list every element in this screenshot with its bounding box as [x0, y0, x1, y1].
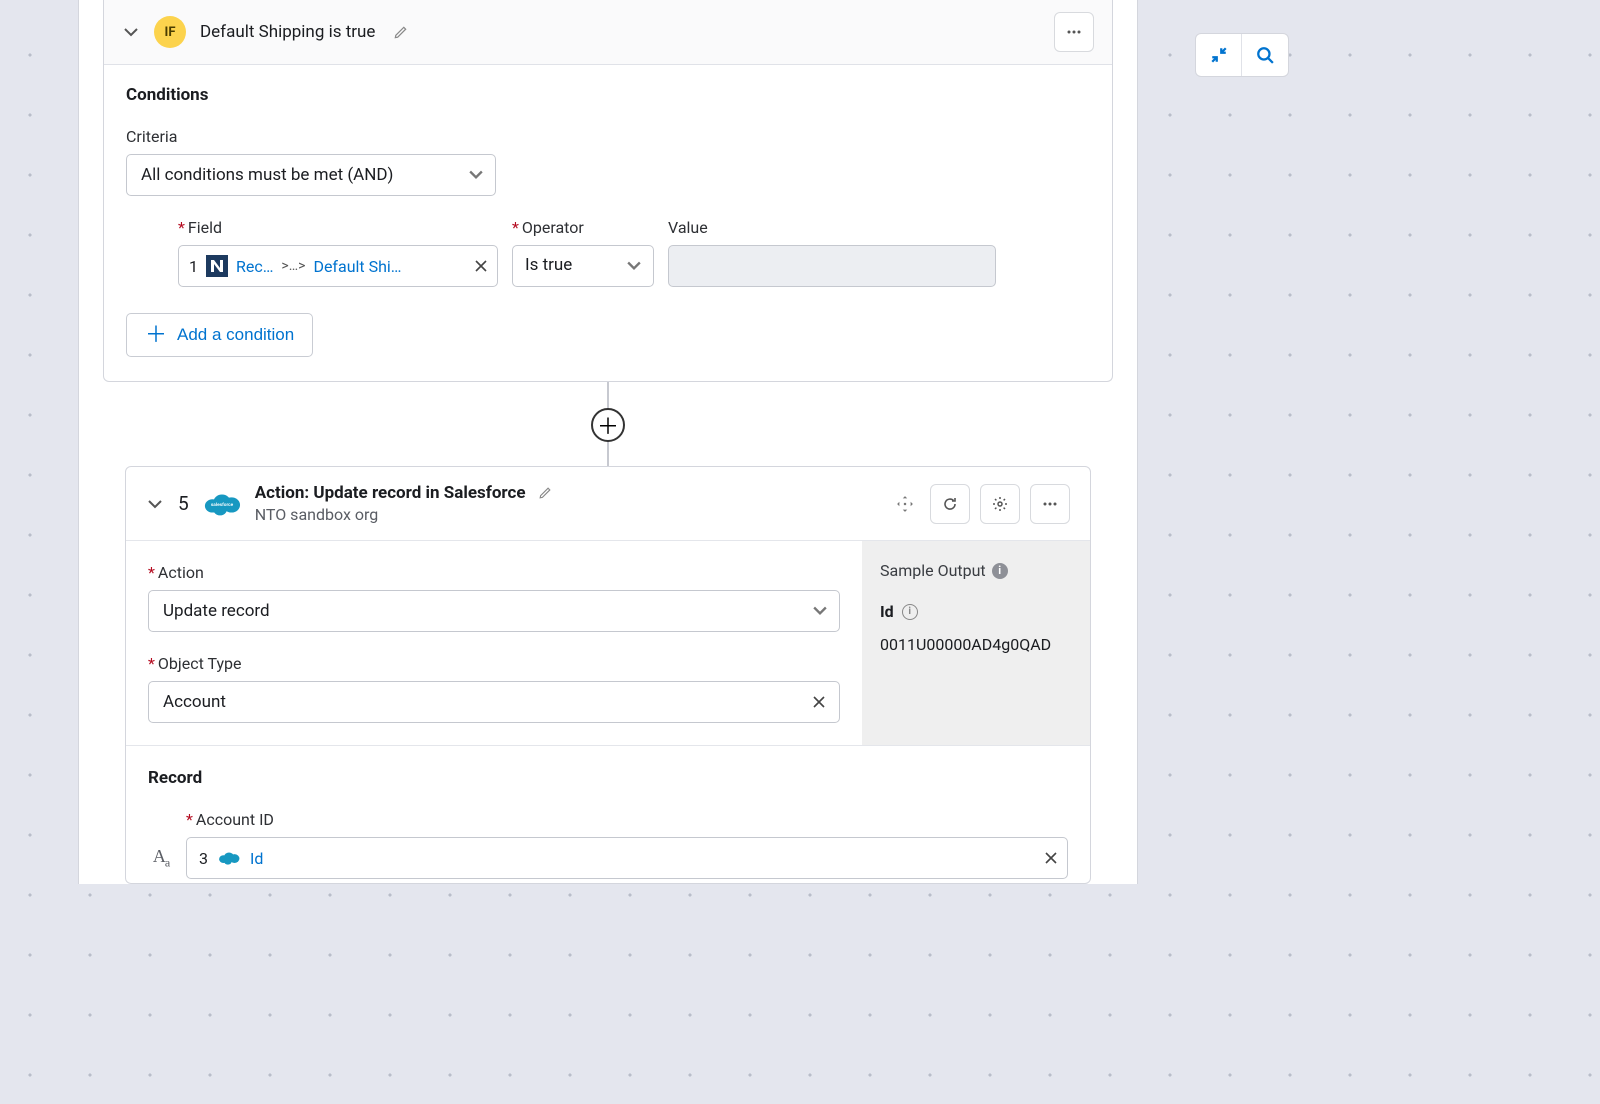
- salesforce-icon: salesforce: [203, 490, 241, 518]
- salesforce-icon: [218, 850, 240, 866]
- connector: ＋: [103, 382, 1113, 466]
- pencil-icon[interactable]: [393, 25, 408, 40]
- action-field-label: Action: [148, 563, 840, 582]
- add-step-button[interactable]: ＋: [591, 408, 625, 442]
- netsuite-icon: [206, 255, 228, 277]
- chevron-down-icon[interactable]: [122, 23, 140, 41]
- caret-down-icon: [813, 606, 827, 616]
- field-label: Field: [178, 218, 498, 237]
- action-subtitle: NTO sandbox org: [255, 505, 552, 524]
- close-icon[interactable]: [813, 696, 825, 708]
- move-icon[interactable]: [890, 495, 920, 513]
- action-title: Action: Update record in Salesforce: [255, 483, 526, 503]
- caret-down-icon: [627, 261, 641, 271]
- object-type-value: Account: [163, 692, 226, 712]
- close-icon[interactable]: [475, 260, 487, 272]
- action-select-value: Update record: [163, 601, 270, 621]
- field-chip-suffix: Default Shi…: [313, 257, 401, 276]
- operator-value: Is true: [525, 255, 572, 275]
- if-badge: IF: [154, 16, 186, 48]
- criteria-value: All conditions must be met (AND): [141, 165, 393, 185]
- if-branch-card: IF Default Shipping is true Conditions C…: [103, 0, 1113, 382]
- object-type-input[interactable]: Account: [148, 681, 840, 723]
- action-select[interactable]: Update record: [148, 590, 840, 632]
- action-card: 5 salesforce Action: Update record in Sa…: [125, 466, 1091, 884]
- sample-id-value: 0011U00000AD4g0QAD: [880, 635, 1072, 654]
- field-chip-prefix: Rec…: [236, 257, 273, 276]
- settings-button[interactable]: [980, 484, 1020, 524]
- account-id-input[interactable]: 3 Id: [186, 837, 1068, 879]
- refresh-button[interactable]: [930, 484, 970, 524]
- info-icon[interactable]: i: [992, 563, 1008, 579]
- action-header: 5 salesforce Action: Update record in Sa…: [126, 467, 1090, 541]
- value-input[interactable]: [668, 245, 996, 287]
- step-number: 5: [178, 492, 189, 515]
- condition-index: 1: [189, 257, 198, 276]
- info-icon[interactable]: i: [902, 604, 918, 620]
- operator-select[interactable]: Is true: [512, 245, 654, 287]
- field-chip-mid: >…>: [281, 258, 305, 274]
- add-condition-button[interactable]: ＋ Add a condition: [126, 313, 313, 357]
- more-button[interactable]: [1054, 12, 1094, 52]
- accountid-index: 3: [199, 849, 208, 868]
- caret-down-icon: [469, 170, 483, 180]
- conditions-heading: Conditions: [126, 85, 1090, 105]
- if-header: IF Default Shipping is true: [104, 0, 1112, 65]
- more-button[interactable]: [1030, 484, 1070, 524]
- canvas-tools: [1195, 33, 1289, 77]
- svg-text:salesforce: salesforce: [211, 501, 234, 507]
- collapse-button[interactable]: [1196, 34, 1242, 76]
- record-heading: Record: [148, 768, 1068, 788]
- text-format-icon[interactable]: Aa: [148, 846, 174, 871]
- pencil-icon[interactable]: [538, 486, 552, 500]
- sample-output-panel: Sample Output i Id i 0011U00000AD4g0QAD: [862, 541, 1090, 745]
- search-button[interactable]: [1242, 34, 1288, 76]
- value-label: Value: [668, 218, 996, 237]
- object-type-label: Object Type: [148, 654, 840, 673]
- account-id-label: Account ID: [186, 810, 1068, 829]
- criteria-select[interactable]: All conditions must be met (AND): [126, 154, 496, 196]
- add-condition-label: Add a condition: [177, 325, 294, 345]
- sample-output-label: Sample Output: [880, 561, 986, 580]
- chevron-down-icon[interactable]: [146, 495, 164, 513]
- accountid-chip: Id: [250, 849, 263, 868]
- if-title: Default Shipping is true: [200, 22, 375, 42]
- plus-icon: ＋: [145, 324, 167, 346]
- field-input[interactable]: 1 Rec… >…> Default Shi…: [178, 245, 498, 287]
- criteria-label: Criteria: [126, 127, 1090, 146]
- close-icon[interactable]: [1045, 852, 1057, 864]
- sample-id-label: Id: [880, 602, 894, 621]
- operator-label: Operator: [512, 218, 654, 237]
